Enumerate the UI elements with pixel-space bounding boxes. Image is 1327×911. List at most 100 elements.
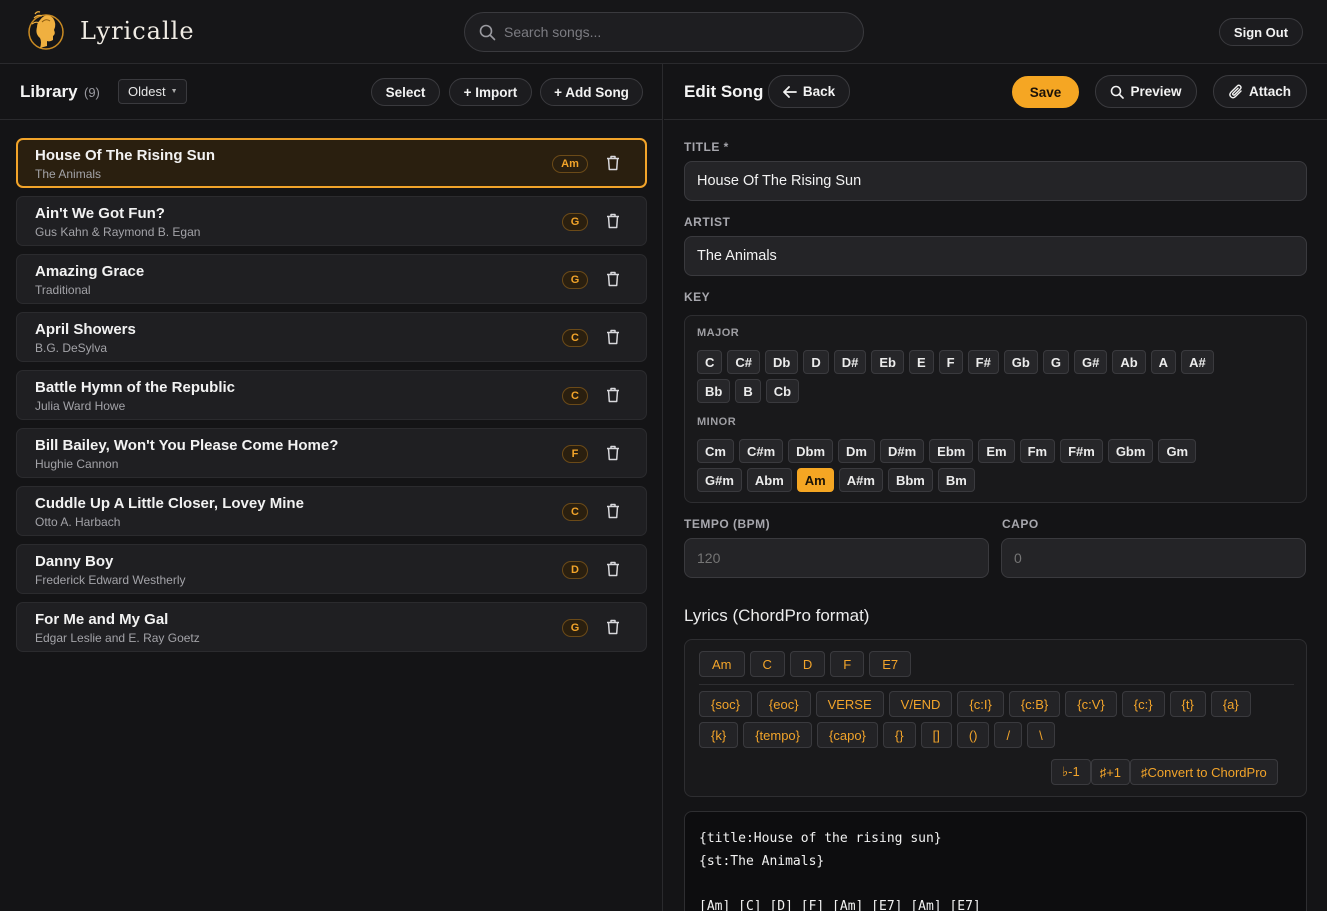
app-logo[interactable]: Lyricalle — [26, 8, 195, 54]
chord-insert-button[interactable]: D — [789, 651, 826, 677]
directive-button[interactable]: \ — [1027, 722, 1055, 748]
key-button-g[interactable]: G — [1042, 350, 1069, 374]
preview-button[interactable]: Preview — [1095, 75, 1197, 108]
directive-button[interactable]: {c:V} — [1065, 691, 1117, 717]
key-button-asharp[interactable]: A# — [1181, 350, 1214, 374]
key-button-cm[interactable]: Cm — [697, 439, 734, 463]
chord-insert-button[interactable]: C — [749, 651, 785, 677]
directive-button[interactable]: VERSE — [815, 691, 884, 717]
search-bar[interactable] — [464, 12, 864, 52]
trash-icon[interactable] — [606, 619, 620, 635]
key-button-e[interactable]: E — [909, 350, 934, 374]
key-button-csharp[interactable]: C# — [727, 350, 761, 374]
chord-insert-button[interactable]: Am — [699, 651, 745, 677]
key-button-asharpm[interactable]: A#m — [838, 468, 883, 492]
key-button-fsharp[interactable]: F# — [967, 350, 999, 374]
directive-button[interactable]: {eoc} — [756, 691, 811, 717]
song-list-item[interactable]: For Me and My Gal Edgar Leslie and E. Ray… — [16, 602, 647, 652]
key-button-dsharp[interactable]: D# — [833, 350, 867, 374]
key-button-dm[interactable]: Dm — [838, 439, 875, 463]
directive-button[interactable]: {t} — [1169, 691, 1206, 717]
song-list-item[interactable]: Cuddle Up A Little Closer, Lovey Mine Ott… — [16, 486, 647, 536]
key-button-dbm[interactable]: Dbm — [788, 439, 834, 463]
key-button-em[interactable]: Em — [978, 439, 1015, 463]
song-list-item[interactable]: Bill Bailey, Won't You Please Come Home?… — [16, 428, 647, 478]
key-button-am[interactable]: Am — [796, 468, 834, 492]
directive-button[interactable]: {c:B} — [1008, 691, 1061, 717]
directive-button[interactable]: {capo} — [817, 722, 878, 748]
directive-button[interactable]: {c:I} — [957, 691, 1004, 717]
key-button-bm[interactable]: Bm — [937, 468, 975, 492]
trash-icon[interactable] — [606, 445, 620, 461]
directive-row: {k} {tempo} {capo}{}[]() / \ — [699, 722, 1055, 748]
song-list: House Of The Rising Sun The Animals Am Ain'… — [16, 138, 647, 660]
select-button[interactable]: Select — [371, 78, 440, 106]
key-button-c[interactable]: C — [697, 350, 723, 374]
key-button-gb[interactable]: Gb — [1003, 350, 1038, 374]
key-button-bbm[interactable]: Bbm — [887, 468, 933, 492]
save-button[interactable]: Save — [1012, 76, 1079, 108]
directive-button[interactable]: {soc} — [699, 691, 752, 717]
trash-icon[interactable] — [606, 503, 620, 519]
directive-button[interactable]: {} — [882, 722, 916, 748]
trash-icon[interactable] — [606, 329, 620, 345]
import-button[interactable]: + Import — [449, 78, 532, 106]
sort-dropdown[interactable]: Oldest ▼ — [118, 79, 187, 104]
key-button-fsharpm[interactable]: F#m — [1060, 439, 1103, 463]
song-list-item[interactable]: Danny Boy Frederick Edward Westherly D — [16, 544, 647, 594]
key-button-f[interactable]: F — [938, 350, 963, 374]
directive-button[interactable]: () — [956, 722, 990, 748]
trash-icon[interactable] — [606, 155, 620, 171]
song-list-item[interactable]: Battle Hymn of the Republic Julia Ward Ho… — [16, 370, 647, 420]
title-field[interactable] — [684, 161, 1307, 201]
transpose-down-button[interactable]: ♭-1 — [1051, 759, 1091, 785]
directive-button[interactable]: {a} — [1210, 691, 1251, 717]
add-song-button[interactable]: + Add Song — [540, 78, 643, 106]
directive-button[interactable]: [] — [920, 722, 952, 748]
capo-field[interactable] — [1001, 538, 1306, 578]
key-button-dsharpm[interactable]: D#m — [879, 439, 925, 463]
chord-insert-button[interactable]: E7 — [869, 651, 912, 677]
key-button-b[interactable]: B — [735, 379, 761, 403]
search-input[interactable] — [504, 24, 844, 40]
song-list-item[interactable]: Ain't We Got Fun? Gus Kahn & Raymond B. E… — [16, 196, 647, 246]
trash-icon[interactable] — [606, 561, 620, 577]
directive-button[interactable]: {k} — [699, 722, 739, 748]
artist-field[interactable] — [684, 236, 1307, 276]
key-button-cb[interactable]: Cb — [765, 379, 800, 403]
key-button-gm[interactable]: Gm — [1158, 439, 1197, 463]
key-button-gbm[interactable]: Gbm — [1107, 439, 1154, 463]
song-list-item[interactable]: April Showers B.G. DeSylva C — [16, 312, 647, 362]
chord-insert-button[interactable]: F — [830, 651, 865, 677]
back-button[interactable]: Back — [768, 75, 850, 108]
key-button-bb[interactable]: Bb — [697, 379, 731, 403]
tempo-field[interactable] — [684, 538, 989, 578]
key-button-gsharpm[interactable]: G#m — [697, 468, 742, 492]
song-list-item[interactable]: House Of The Rising Sun The Animals Am — [16, 138, 647, 188]
key-button-abm[interactable]: Abm — [746, 468, 792, 492]
key-button-gsharp[interactable]: G# — [1073, 350, 1108, 374]
song-list-item[interactable]: Amazing Grace Traditional G — [16, 254, 647, 304]
attach-button[interactable]: Attach — [1213, 75, 1307, 108]
key-button-db[interactable]: Db — [765, 350, 799, 374]
convert-chordpro-button[interactable]: ♯Convert to ChordPro — [1130, 759, 1278, 785]
song-artist: Julia Ward Howe — [35, 399, 126, 413]
key-button-ab[interactable]: Ab — [1112, 350, 1146, 374]
sign-out-button[interactable]: Sign Out — [1219, 18, 1303, 46]
directive-button[interactable]: {c:} — [1121, 691, 1165, 717]
trash-icon[interactable] — [606, 271, 620, 287]
directive-button[interactable]: {tempo} — [743, 722, 813, 748]
lyrics-editor[interactable]: {title:House of the rising sun} {st:The … — [684, 811, 1307, 911]
key-button-csharpm[interactable]: C#m — [738, 439, 784, 463]
key-button-ebm[interactable]: Ebm — [929, 439, 974, 463]
transpose-up-button[interactable]: ♯+1 — [1090, 759, 1131, 785]
directive-button[interactable]: V/END — [888, 691, 953, 717]
trash-icon[interactable] — [606, 387, 620, 403]
key-button-d[interactable]: D — [803, 350, 829, 374]
trash-icon[interactable] — [606, 213, 620, 229]
logo-icon — [28, 11, 64, 50]
key-button-a[interactable]: A — [1150, 350, 1177, 374]
directive-button[interactable]: / — [994, 722, 1023, 748]
key-button-fm[interactable]: Fm — [1019, 439, 1056, 463]
key-button-eb[interactable]: Eb — [871, 350, 904, 374]
